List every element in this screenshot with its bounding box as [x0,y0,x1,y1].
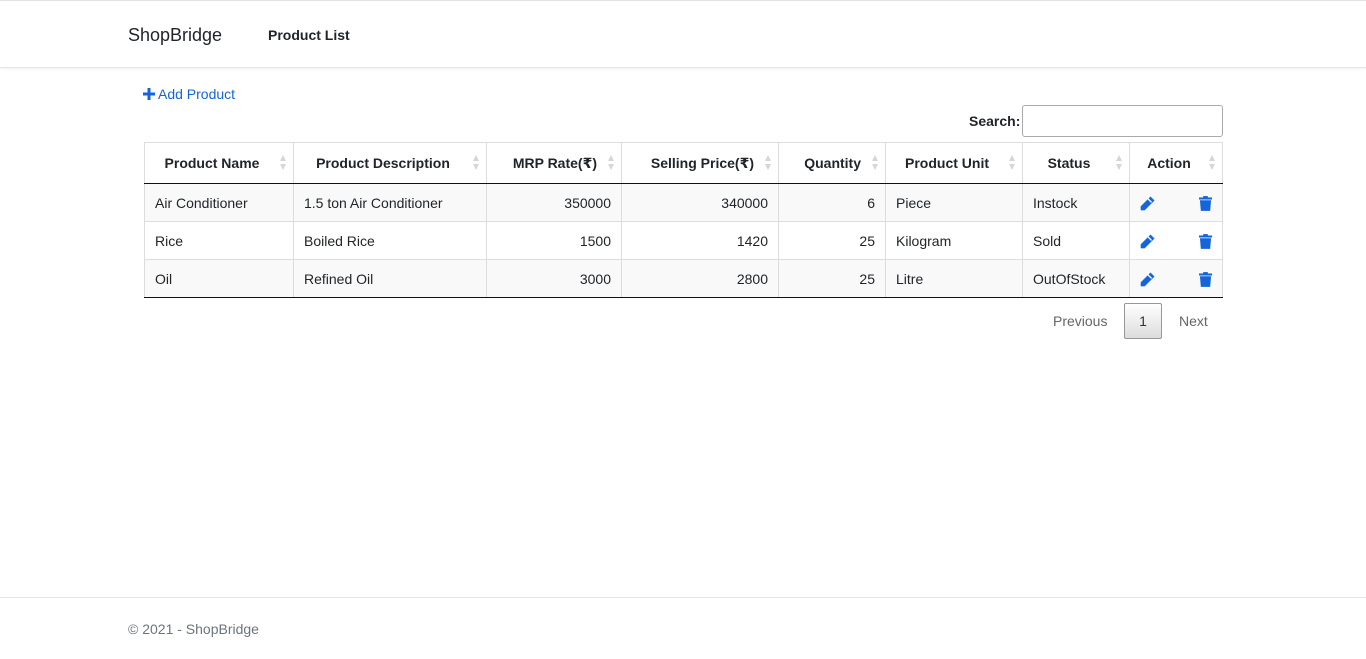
cell-mrp-rate: 3000 [486,259,622,298]
nav-product-list[interactable]: Product List [268,27,350,43]
column-header-selling-price[interactable]: Selling Price(₹) [621,142,779,184]
cell-action [1129,259,1223,298]
cell-product-description: Boiled Rice [293,221,487,260]
cell-product-unit: Kilogram [885,221,1023,260]
cell-status: Sold [1022,221,1130,260]
sort-icon [1009,155,1016,171]
cell-product-name: Oil [144,259,294,298]
plus-icon [143,88,155,100]
brand-link[interactable]: ShopBridge [128,25,222,46]
pagination-page-1[interactable]: 1 [1124,303,1162,339]
add-product-label: Add Product [158,86,236,102]
trash-icon[interactable] [1199,234,1212,249]
cell-selling-price: 2800 [621,259,779,298]
trash-icon[interactable] [1199,196,1212,211]
pencil-icon[interactable] [1140,234,1155,249]
pencil-icon[interactable] [1140,196,1155,211]
column-header-product-unit[interactable]: Product Unit [885,142,1023,184]
pencil-icon[interactable] [1140,272,1155,287]
cell-product-description: Refined Oil [293,259,487,298]
cell-mrp-rate: 350000 [486,183,622,222]
sort-icon [608,155,615,171]
pagination-next[interactable]: Next [1179,313,1208,329]
pagination-previous[interactable]: Previous [1053,313,1107,329]
cell-status: Instock [1022,183,1130,222]
cell-quantity: 6 [778,183,886,222]
product-table: Product Name Product Description MRP Rat… [144,142,1223,298]
column-header-product-name[interactable]: Product Name [144,142,294,184]
sort-icon [473,155,480,171]
cell-status: OutOfStock [1022,259,1130,298]
table-header-row: Product Name Product Description MRP Rat… [144,142,1223,184]
column-header-quantity[interactable]: Quantity [778,142,886,184]
column-header-product-description[interactable]: Product Description [293,142,487,184]
navbar: ShopBridge Product List [0,0,1366,68]
search-label: Search: [969,113,1021,129]
cell-product-unit: Litre [885,259,1023,298]
cell-selling-price: 340000 [621,183,779,222]
sort-icon [280,155,287,171]
sort-icon [765,155,772,171]
table-row: Rice Boiled Rice 1500 1420 25 Kilogram S… [144,221,1223,260]
sort-icon [1116,155,1123,171]
sort-icon [1209,155,1216,171]
column-header-mrp-rate[interactable]: MRP Rate(₹) [486,142,622,184]
column-header-status[interactable]: Status [1022,142,1130,184]
cell-action [1129,221,1223,260]
cell-mrp-rate: 1500 [486,221,622,260]
cell-quantity: 25 [778,259,886,298]
cell-product-unit: Piece [885,183,1023,222]
cell-quantity: 25 [778,221,886,260]
table-row: Oil Refined Oil 3000 2800 25 Litre OutOf… [144,259,1223,298]
cell-product-name: Air Conditioner [144,183,294,222]
sort-icon [872,155,879,171]
cell-product-description: 1.5 ton Air Conditioner [293,183,487,222]
add-product-link[interactable]: Add Product [143,86,235,102]
cell-product-name: Rice [144,221,294,260]
column-header-action[interactable]: Action [1129,142,1223,184]
table-row: Air Conditioner 1.5 ton Air Conditioner … [144,183,1223,222]
trash-icon[interactable] [1199,272,1212,287]
search-input[interactable] [1022,105,1223,137]
cell-action [1129,183,1223,222]
footer: © 2021 - ShopBridge [0,597,1366,659]
footer-copyright: © 2021 - ShopBridge [128,621,259,637]
cell-selling-price: 1420 [621,221,779,260]
